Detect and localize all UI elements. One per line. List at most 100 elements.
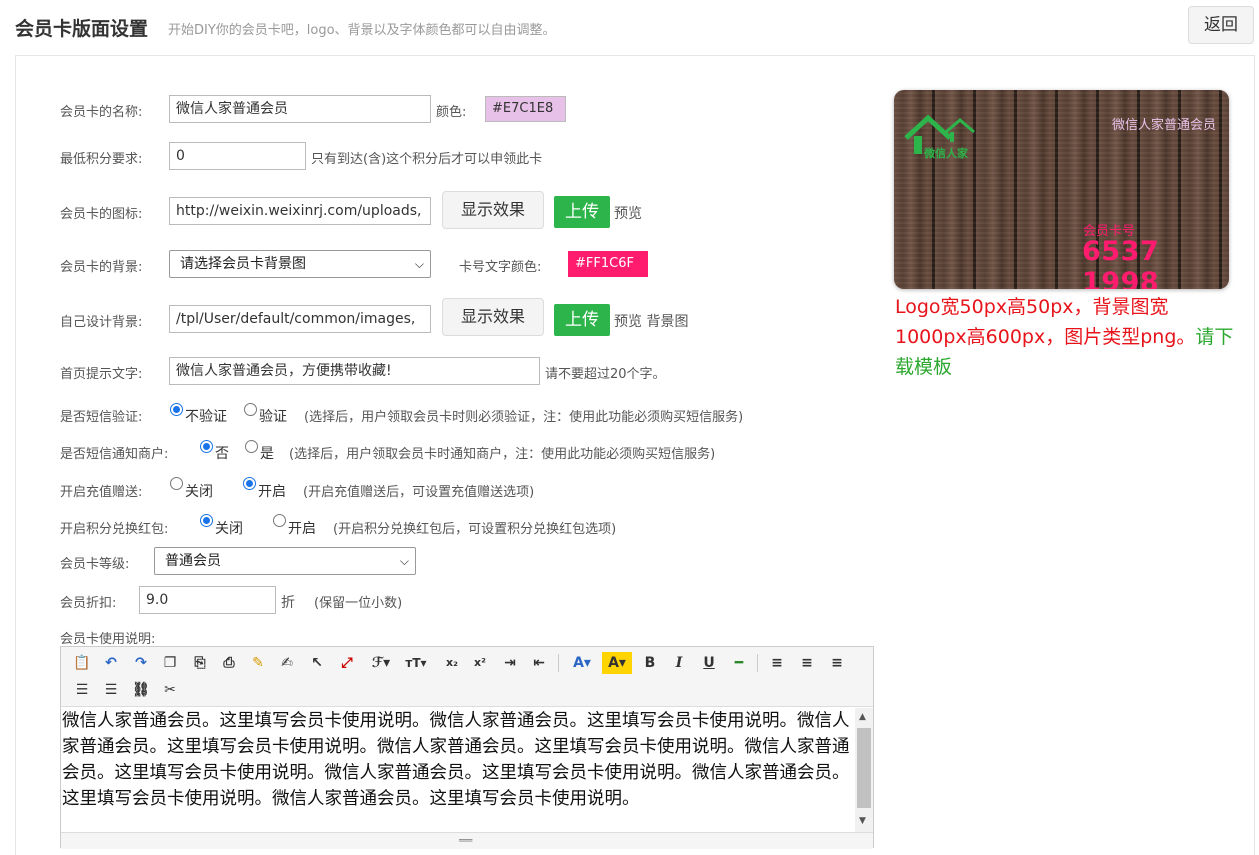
back-button[interactable]: 返回 — [1188, 6, 1254, 44]
editor-resize-handle[interactable]: ══ — [61, 832, 873, 849]
scroll-down-icon[interactable]: ▼ — [859, 816, 866, 826]
horizontal-rule-icon[interactable]: ━ — [728, 652, 750, 674]
card-number-color-picker[interactable]: #FF1C6F — [568, 251, 648, 277]
icon-preview-link[interactable]: 预览 — [614, 203, 642, 223]
recharge-note: (开启充值赠送后，可设置充值赠送选项) — [303, 485, 535, 500]
format-brush-icon[interactable]: ✎ — [247, 652, 269, 674]
card-name-label: 会员卡的名称: — [60, 105, 143, 120]
align-center-icon[interactable]: ≡ — [796, 652, 818, 674]
name-color-picker[interactable]: #E7C1E8 — [485, 96, 566, 122]
recharge-on-radio[interactable] — [243, 477, 256, 490]
recharge-label: 开启充值赠送: — [60, 485, 143, 500]
sms-notify-no-label: 否 — [215, 446, 229, 462]
card-number-color-label: 卡号文字颜色: — [459, 260, 542, 275]
min-points-input[interactable]: 0 — [169, 142, 306, 170]
bg-preview-link[interactable]: 预览 背景图 — [614, 311, 688, 331]
undo-icon[interactable]: ↶ — [100, 652, 122, 674]
sms-verify-yes-radio[interactable] — [244, 403, 257, 416]
card-icon-label: 会员卡的图标: — [60, 207, 143, 222]
recharge-off-radio[interactable] — [170, 477, 183, 490]
clear-format-icon[interactable]: ✍ — [276, 652, 298, 674]
page-header: 会员卡版面设置 开始DIY你的会员卡吧，logo、背景以及字体颜色都可以自由调整… — [0, 0, 1259, 52]
editor-toolbar: 📋 ↶ ↷ ❐ ⎘ ⎙ ✎ ✍ ↖ ⤢ ℱ▾ тT▾ x₂ x² ⇥ ⇤ A▾ … — [61, 647, 873, 707]
home-tip-label: 首页提示文字: — [60, 367, 143, 382]
highlight-color-icon[interactable]: A▾ — [602, 652, 632, 674]
card-bg-select[interactable]: 请选择会员卡背景图 ⌵ — [169, 250, 431, 278]
superscript-icon[interactable]: x² — [469, 652, 491, 674]
font-color-icon[interactable]: A▾ — [567, 652, 597, 674]
icon-upload-button[interactable]: 上传 — [554, 196, 610, 228]
home-tip-note: 请不要超过20个字。 — [545, 367, 666, 382]
image-size-hint: Logo宽50px高50px，背景图宽1000px高600px，图片类型png。… — [895, 292, 1235, 382]
scroll-up-icon[interactable]: ▲ — [859, 712, 866, 722]
name-color-label: 颜色: — [436, 105, 467, 120]
redpack-label: 开启积分兑换红包: — [60, 522, 169, 537]
link-icon[interactable]: ⛓ — [130, 679, 152, 701]
home-tip-input[interactable]: 微信人家普通会员，方便携带收藏! — [169, 357, 540, 385]
bold-icon[interactable]: B — [639, 652, 661, 674]
editor-content[interactable]: 微信人家普通会员。这里填写会员卡使用说明。微信人家普通会员。这里填写会员卡使用说… — [61, 708, 855, 832]
ordered-list-icon[interactable]: ☰ — [71, 679, 93, 701]
sms-notify-label: 是否短信通知商户: — [60, 447, 169, 462]
resize-grip-icon: ══ — [459, 834, 473, 847]
sms-notify-yes-radio[interactable] — [245, 440, 258, 453]
page-subtitle: 开始DIY你的会员卡吧，logo、背景以及字体颜色都可以自由调整。 — [168, 23, 556, 38]
unlink-icon[interactable]: ✂ — [159, 679, 181, 701]
card-preview: 微信人家 微信人家普通会员 会员卡号 6537 1998 — [894, 90, 1229, 289]
redpack-on-label: 开启 — [288, 521, 316, 537]
paste-word-icon[interactable]: ⎙ — [218, 652, 240, 674]
font-size-icon[interactable]: тT▾ — [401, 652, 431, 674]
bg-upload-button[interactable]: 上传 — [554, 304, 610, 336]
redpack-off-radio[interactable] — [200, 514, 213, 527]
sms-notify-yes-label: 是 — [260, 446, 274, 462]
align-right-icon[interactable]: ≡ — [826, 652, 848, 674]
sms-notify-no-radio[interactable] — [200, 440, 213, 453]
redo-icon[interactable]: ↷ — [130, 652, 152, 674]
sms-verify-no-radio[interactable] — [170, 403, 183, 416]
discount-label: 会员折扣: — [60, 596, 117, 611]
card-logo-text: 微信人家 — [924, 147, 968, 160]
toolbar-divider — [757, 654, 758, 672]
editor-scrollbar[interactable]: ▲ ▼ — [855, 708, 873, 832]
unordered-list-icon[interactable]: ☰ — [100, 679, 122, 701]
underline-icon[interactable]: U — [698, 652, 720, 674]
indent-icon[interactable]: ⇥ — [499, 652, 521, 674]
chevron-down-icon: ⌵ — [414, 257, 424, 271]
outdent-icon[interactable]: ⇤ — [528, 652, 550, 674]
select-all-icon[interactable]: ↖ — [306, 652, 328, 674]
bg-show-effect-button[interactable]: 显示效果 — [442, 298, 544, 336]
recharge-off-label: 关闭 — [185, 484, 213, 500]
discount-input[interactable]: 9.0 — [139, 586, 276, 614]
sms-notify-note: (选择后，用户领取会员卡时通知商户，注：使用此功能必须购买短信服务) — [289, 447, 716, 462]
custom-bg-label: 自己设计背景: — [60, 315, 143, 330]
redpack-note: (开启积分兑换红包后，可设置积分兑换红包选项) — [333, 522, 617, 537]
sms-verify-no-label: 不验证 — [185, 409, 227, 425]
rich-text-editor: 📋 ↶ ↷ ❐ ⎘ ⎙ ✎ ✍ ↖ ⤢ ℱ▾ тT▾ x₂ x² ⇥ ⇤ A▾ … — [60, 646, 874, 849]
custom-bg-input[interactable]: /tpl/User/default/common/images, — [169, 305, 431, 333]
copy-icon[interactable]: ❐ — [159, 652, 181, 674]
sms-verify-note: (选择后，用户领取会员卡时则必须验证，注：使用此功能必须购买短信服务) — [304, 410, 744, 425]
min-points-label: 最低积分要求: — [60, 152, 143, 167]
subscript-icon[interactable]: x₂ — [441, 652, 463, 674]
card-name-input[interactable]: 微信人家普通会员 — [169, 95, 431, 123]
card-number: 6537 1998 — [1082, 236, 1160, 289]
font-family-icon[interactable]: ℱ▾ — [366, 652, 396, 674]
min-points-note: 只有到达(含)这个积分后才可以申领此卡 — [311, 152, 543, 167]
italic-icon[interactable]: I — [668, 652, 690, 674]
card-level-select[interactable]: 普通会员 ⌵ — [154, 547, 416, 575]
align-left-icon[interactable]: ≡ — [766, 652, 788, 674]
page-title: 会员卡版面设置 — [15, 18, 149, 40]
usage-label: 会员卡使用说明: — [60, 632, 156, 647]
redpack-off-label: 关闭 — [215, 521, 243, 537]
card-preview-name: 微信人家普通会员 — [1111, 118, 1216, 133]
icon-show-effect-button[interactable]: 显示效果 — [442, 191, 544, 229]
scrollbar-thumb[interactable] — [857, 728, 871, 808]
card-bg-label: 会员卡的背景: — [60, 260, 143, 275]
card-icon-input[interactable]: http://weixin.weixinrj.com/uploads, — [169, 197, 431, 225]
paste-plain-icon[interactable]: ⎘ — [189, 652, 211, 674]
fullscreen-icon[interactable]: ⤢ — [336, 652, 358, 674]
discount-note: (保留一位小数) — [314, 596, 403, 611]
card-bg-select-value: 请选择会员卡背景图 — [180, 256, 306, 272]
paste-icon[interactable]: 📋 — [71, 652, 93, 674]
redpack-on-radio[interactable] — [273, 514, 286, 527]
